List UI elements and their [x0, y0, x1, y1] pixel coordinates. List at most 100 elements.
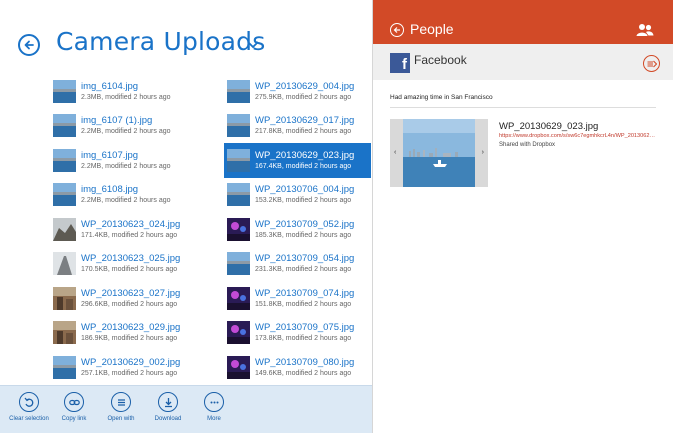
open-with-label: Open with: [107, 416, 135, 422]
file-meta: 170.5KB, modified 2 hours ago: [81, 266, 178, 274]
link-preview-thumbnail: ‹ ›: [390, 119, 488, 187]
file-name: WP_20130706_004.jpg: [255, 185, 355, 196]
file-item[interactable]: WP_20130629_023.jpg 167.4KB, modified 2 h…: [224, 143, 371, 178]
file-text: img_6107 (1).jpg 2.2MB, modified 2 hours …: [81, 116, 171, 135]
file-thumbnail: [53, 79, 76, 103]
file-thumbnail: [227, 79, 250, 103]
file-name: img_6107.jpg: [81, 150, 139, 161]
next-thumbnail-icon[interactable]: ›: [482, 149, 484, 156]
file-text: img_6108.jpg 2.2MB, modified 2 hours ago: [81, 185, 171, 204]
link-url[interactable]: https://www.dropbox.com/s/sw6c7egmhkcrL4…: [499, 133, 657, 139]
file-item[interactable]: WP_20130709_074.jpg 151.8KB, modified 2 h…: [224, 281, 371, 316]
file-meta: 167.4KB, modified 2 hours ago: [255, 162, 352, 170]
file-item[interactable]: WP_20130706_004.jpg 153.2KB, modified 2 h…: [224, 178, 371, 213]
file-item[interactable]: WP_20130709_054.jpg 231.3KB, modified 2 h…: [224, 247, 371, 282]
file-meta: 153.2KB, modified 2 hours ago: [255, 197, 352, 205]
people-back-button[interactable]: [390, 23, 404, 37]
file-name: WP_20130709_080.jpg: [255, 357, 355, 368]
file-text: WP_20130709_052.jpg 185.3KB, modified 2 h…: [255, 220, 354, 239]
file-thumbnail: [227, 252, 250, 276]
file-name: img_6107 (1).jpg: [81, 116, 153, 127]
file-list-column-2: WP_20130629_004.jpg 275.9KB, modified 2 h…: [224, 74, 371, 385]
file-name: WP_20130629_002.jpg: [81, 357, 181, 368]
file-thumbnail: [53, 286, 76, 310]
preview-image: [403, 119, 475, 187]
file-name: WP_20130623_029.jpg: [81, 323, 181, 334]
file-text: WP_20130629_017.jpg 217.8KB, modified 2 h…: [255, 116, 354, 135]
file-item[interactable]: WP_20130629_002.jpg 257.1KB, modified 2 h…: [53, 350, 201, 385]
file-text: WP_20130623_025.jpg 170.5KB, modified 2 h…: [81, 254, 180, 273]
file-text: WP_20130629_002.jpg 257.1KB, modified 2 h…: [81, 358, 180, 377]
send-button[interactable]: [643, 55, 660, 72]
file-item[interactable]: WP_20130623_027.jpg 296.6KB, modified 2 h…: [53, 281, 201, 316]
file-item[interactable]: WP_20130709_080.jpg 149.6KB, modified 2 h…: [224, 350, 371, 385]
file-name: WP_20130623_024.jpg: [81, 219, 181, 230]
facebook-logo-icon: f: [390, 53, 410, 73]
file-text: WP_20130709_080.jpg 149.6KB, modified 2 h…: [255, 358, 354, 377]
file-item[interactable]: img_6104.jpg 2.3MB, modified 2 hours ago: [53, 74, 201, 109]
file-item[interactable]: WP_20130709_052.jpg 185.3KB, modified 2 h…: [224, 212, 371, 247]
download-label: Download: [154, 416, 182, 422]
undo-icon: [24, 397, 33, 407]
file-name: WP_20130623_027.jpg: [81, 288, 181, 299]
file-meta: 275.9KB, modified 2 hours ago: [255, 93, 352, 101]
network-bar: f Facebook: [373, 44, 673, 80]
send-icon: [647, 60, 657, 67]
file-item[interactable]: WP_20130629_004.jpg 275.9KB, modified 2 h…: [224, 74, 371, 109]
file-meta: 186.9KB, modified 2 hours ago: [81, 335, 178, 343]
chevron-down-icon[interactable]: [246, 40, 260, 50]
file-item[interactable]: WP_20130709_075.jpg 173.8KB, modified 2 h…: [224, 316, 371, 351]
file-item[interactable]: img_6107.jpg 2.2MB, modified 2 hours ago: [53, 143, 201, 178]
file-item[interactable]: WP_20130629_017.jpg 217.8KB, modified 2 h…: [224, 109, 371, 144]
share-header: People: [373, 0, 673, 44]
file-item[interactable]: WP_20130623_029.jpg 186.9KB, modified 2 h…: [53, 316, 201, 351]
file-meta: 185.3KB, modified 2 hours ago: [255, 231, 352, 239]
file-name: WP_20130709_074.jpg: [255, 288, 355, 299]
file-name: img_6104.jpg: [81, 81, 139, 92]
file-text: WP_20130623_027.jpg 296.6KB, modified 2 h…: [81, 289, 180, 308]
file-thumbnail: [53, 321, 76, 345]
link-icon: [68, 399, 80, 405]
people-title: People: [410, 21, 454, 37]
file-text: WP_20130709_054.jpg 231.3KB, modified 2 h…: [255, 254, 354, 273]
divider: [390, 107, 656, 108]
file-name: img_6108.jpg: [81, 185, 139, 196]
file-thumbnail: [53, 355, 76, 379]
link-title: WP_20130629_023.jpg: [499, 121, 599, 132]
folder-title[interactable]: Camera Uploads: [56, 27, 265, 56]
file-meta: 257.1KB, modified 2 hours ago: [81, 369, 178, 377]
file-meta: 2.2MB, modified 2 hours ago: [81, 197, 171, 205]
file-name: WP_20130623_025.jpg: [81, 254, 181, 265]
file-thumbnail: [227, 321, 250, 345]
file-thumbnail: [227, 286, 250, 310]
file-thumbnail: [53, 252, 76, 276]
file-item[interactable]: WP_20130623_024.jpg 171.4KB, modified 2 h…: [53, 212, 201, 247]
file-meta: 2.2MB, modified 2 hours ago: [81, 162, 171, 170]
file-thumbnail: [53, 183, 76, 207]
previous-thumbnail-icon[interactable]: ‹: [394, 149, 396, 156]
link-source: Shared with Dropbox: [499, 142, 556, 148]
file-text: WP_20130629_004.jpg 275.9KB, modified 2 h…: [255, 82, 354, 101]
file-text: WP_20130629_023.jpg 167.4KB, modified 2 h…: [255, 151, 354, 170]
file-name: WP_20130709_052.jpg: [255, 219, 355, 230]
file-thumbnail: [53, 148, 76, 172]
file-text: WP_20130623_029.jpg 186.9KB, modified 2 h…: [81, 323, 180, 342]
people-icon[interactable]: [636, 23, 654, 37]
file-name: WP_20130709_075.jpg: [255, 323, 355, 334]
file-item[interactable]: img_6108.jpg 2.2MB, modified 2 hours ago: [53, 178, 201, 213]
file-list-column-1: img_6104.jpg 2.3MB, modified 2 hours ago i…: [53, 74, 201, 385]
file-meta: 151.8KB, modified 2 hours ago: [255, 300, 352, 308]
file-text: WP_20130706_004.jpg 153.2KB, modified 2 h…: [255, 185, 354, 204]
more-label: More: [207, 416, 221, 422]
file-item[interactable]: img_6107 (1).jpg 2.2MB, modified 2 hours …: [53, 109, 201, 144]
file-meta: 296.6KB, modified 2 hours ago: [81, 300, 178, 308]
file-thumbnail: [227, 148, 250, 172]
file-text: WP_20130709_074.jpg 151.8KB, modified 2 h…: [255, 289, 354, 308]
share-message[interactable]: Had amazing time in San Francisco: [390, 94, 493, 101]
back-button[interactable]: [18, 34, 40, 56]
file-thumbnail: [227, 355, 250, 379]
file-thumbnail: [227, 114, 250, 138]
more-button[interactable]: More: [184, 392, 244, 422]
file-meta: 2.2MB, modified 2 hours ago: [81, 128, 171, 136]
file-item[interactable]: WP_20130623_025.jpg 170.5KB, modified 2 h…: [53, 247, 201, 282]
